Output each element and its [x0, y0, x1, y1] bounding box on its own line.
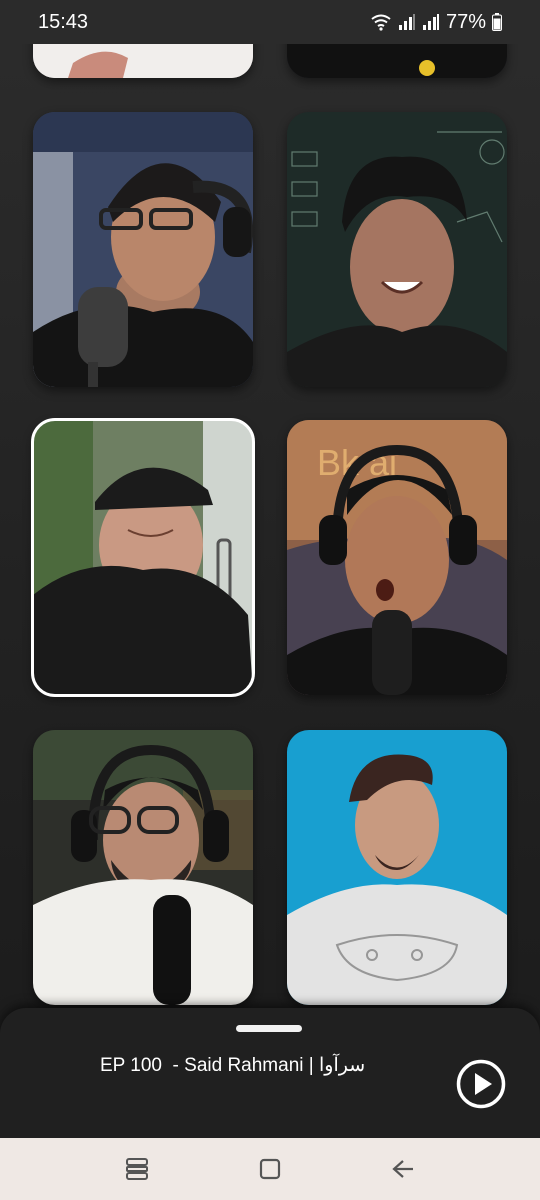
episode-title: EP 100 - Said Rahmani | سرآوا [100, 1055, 366, 1076]
battery-percentage: 77% [445, 10, 486, 33]
guest-photo [287, 730, 507, 1005]
guest-card-6[interactable] [287, 730, 507, 1005]
status-icons: 77% [370, 11, 502, 34]
recent-apps-button[interactable] [117, 1149, 157, 1189]
back-icon [392, 1160, 414, 1178]
drag-handle[interactable] [236, 1025, 302, 1032]
mini-player[interactable]: EP 100 - Said Rahmani | سرآوا [0, 1008, 540, 1138]
recent-apps-icon [125, 1158, 148, 1180]
guest-photo [33, 112, 253, 387]
guest-grid: Bk ai [0, 0, 540, 1010]
play-circle-icon[interactable] [456, 1059, 506, 1109]
back-button[interactable] [383, 1149, 423, 1189]
status-bar: 15:43 77% [0, 0, 540, 44]
guest-card-5[interactable] [33, 730, 253, 1005]
signal-icon [398, 14, 415, 30]
home-icon [259, 1158, 281, 1180]
guest-photo [287, 112, 507, 387]
guest-card-2[interactable] [287, 112, 507, 387]
guest-photo: Bk ai [287, 420, 507, 695]
home-button[interactable] [250, 1149, 290, 1189]
guest-photo [33, 730, 253, 1005]
guest-card-3[interactable] [31, 418, 255, 697]
status-time: 15:43 [38, 10, 89, 33]
screen: Bk ai 15:43 77% EP 100 - Said Rahmani | … [0, 0, 540, 1200]
battery-icon [492, 13, 502, 31]
guest-card-4[interactable]: Bk ai [287, 420, 507, 695]
guest-card-1[interactable] [33, 112, 253, 387]
guest-photo [33, 420, 253, 695]
wifi-icon [371, 14, 391, 31]
signal-icon [422, 14, 439, 30]
navigation-bar [0, 1138, 540, 1200]
